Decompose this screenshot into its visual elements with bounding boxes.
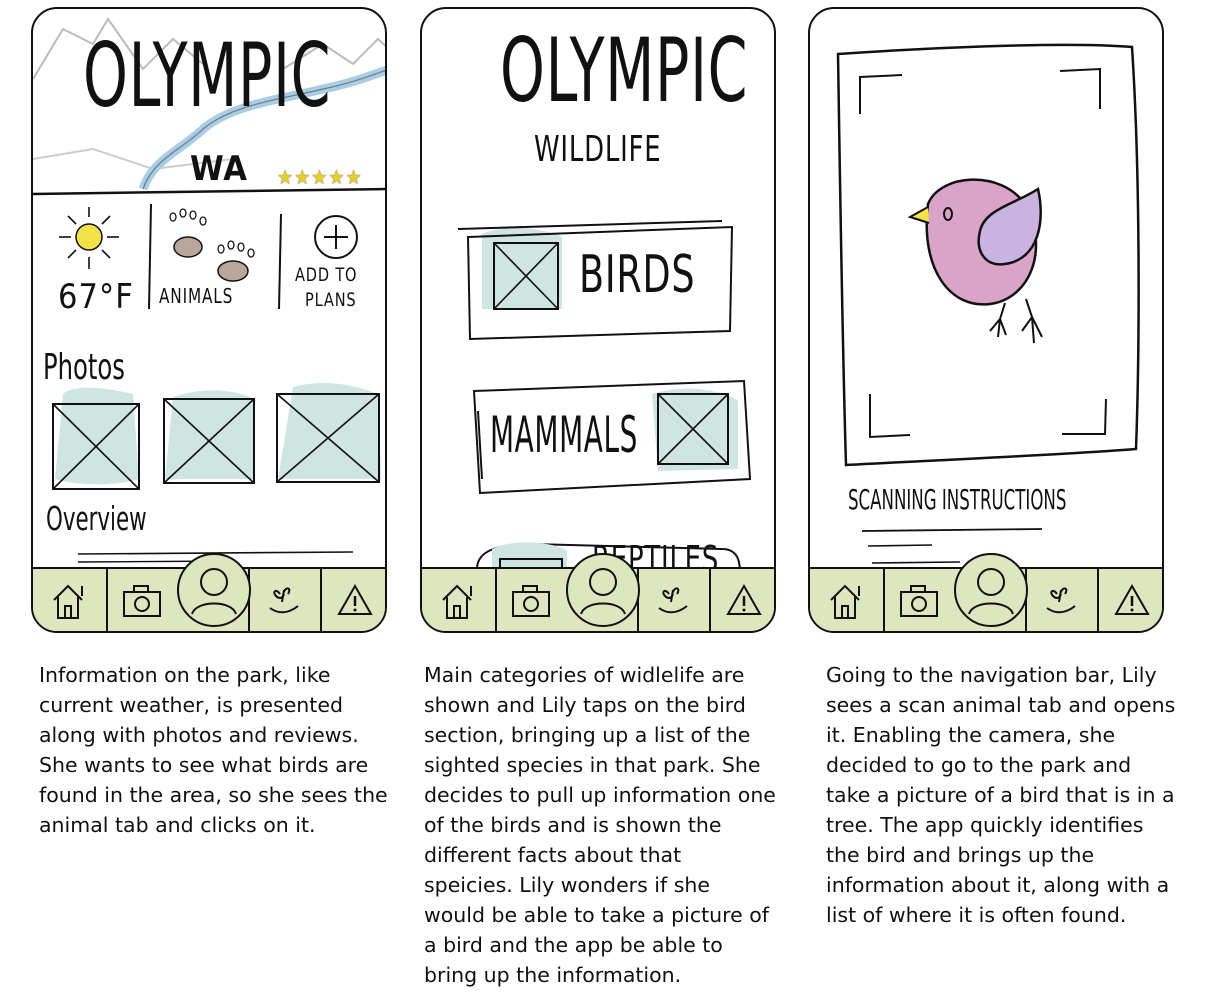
- park-title: OLYMPIC: [500, 19, 749, 122]
- bottom-nav-bar: [422, 553, 774, 631]
- camera-icon[interactable]: [495, 569, 567, 631]
- caption-panel-1: Information on the park, like current we…: [39, 663, 388, 837]
- plant-icon[interactable]: [248, 569, 320, 631]
- screen-wildlife-categories: OLYMPIC WILDLIFE BIRDS MAMMALS REPTILES: [420, 7, 776, 633]
- photo-thumbnails: [52, 383, 381, 490]
- scanning-instructions-heading: SCANNING INSTRUCTIONS: [848, 483, 1067, 516]
- alert-icon[interactable]: [1097, 569, 1162, 631]
- caption-panel-2: Main categories of widlelife are shown a…: [424, 663, 776, 987]
- park-title: OLYMPIC: [83, 24, 332, 127]
- photos-heading: Photos: [43, 347, 125, 388]
- add-to-plans-line2[interactable]: PLANS: [305, 289, 357, 311]
- camera-icon[interactable]: [106, 569, 178, 631]
- alert-icon[interactable]: [709, 569, 774, 631]
- temperature-label: 67°F: [58, 277, 134, 317]
- home-icon[interactable]: [33, 569, 106, 631]
- caption-panel-3: Going to the navigation bar, Lily sees a…: [826, 663, 1176, 927]
- add-to-plans-line1[interactable]: ADD TO: [295, 264, 357, 286]
- profile-icon[interactable]: [177, 553, 251, 627]
- plant-icon[interactable]: [637, 569, 709, 631]
- screen-scan-animal: SCANNING INSTRUCTIONS: [808, 7, 1164, 633]
- bottom-nav-bar: [810, 553, 1162, 631]
- panel3-sketch: [836, 43, 1140, 564]
- paw-icon: [169, 208, 255, 282]
- profile-icon[interactable]: [566, 553, 640, 627]
- plant-icon[interactable]: [1025, 569, 1097, 631]
- rating-stars: ★★★★★: [277, 165, 363, 189]
- bottom-nav-bar: [33, 553, 385, 631]
- sun-icon: [75, 223, 103, 251]
- state-label: WA: [190, 149, 248, 189]
- mammals-category-button[interactable]: MAMMALS: [490, 406, 638, 464]
- birds-category-button[interactable]: BIRDS: [579, 245, 695, 305]
- home-icon[interactable]: [422, 569, 495, 631]
- animals-tab[interactable]: ANIMALS: [159, 284, 233, 308]
- bird-icon: [907, 178, 1043, 344]
- home-icon[interactable]: [810, 569, 883, 631]
- overview-heading: Overview: [46, 499, 147, 538]
- screen-park-overview: OLYMPIC WA ★★★★★ 67°F ANIMALS ADD TO PLA…: [31, 7, 387, 633]
- alert-icon[interactable]: [320, 569, 385, 631]
- profile-icon[interactable]: [954, 553, 1028, 627]
- camera-icon[interactable]: [883, 569, 955, 631]
- wildlife-subtitle: WILDLIFE: [534, 129, 662, 170]
